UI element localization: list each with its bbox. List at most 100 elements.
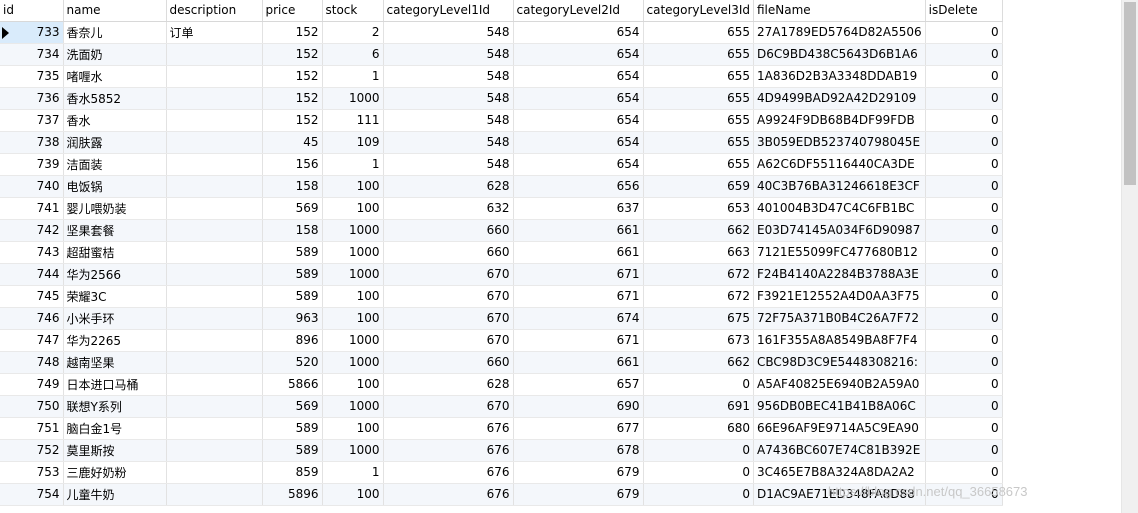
cell-description[interactable] [166,263,263,286]
cell-isdelete[interactable]: 0 [925,439,1003,462]
cell-isdelete[interactable]: 0 [925,417,1003,440]
cell-categorylevel3id[interactable]: 659 [643,175,754,198]
cell-filename[interactable]: 4D9499BAD92A42D29109 [753,87,926,110]
cell-categorylevel3id[interactable]: 0 [643,483,754,506]
cell-description[interactable] [166,417,263,440]
cell-name[interactable]: 超甜蜜桔 [63,241,167,264]
cell-name[interactable]: 荣耀3C [63,285,167,308]
cell-price[interactable]: 859 [262,461,323,484]
cell-isdelete[interactable]: 0 [925,351,1003,374]
cell-categorylevel2id[interactable]: 671 [513,263,644,286]
column-header-name[interactable]: name [63,0,167,22]
column-header-categorylevel1id[interactable]: categoryLevel1Id [383,0,514,22]
cell-filename[interactable]: A5AF40825E6940B2A59A0 [753,373,926,396]
cell-description[interactable] [166,307,263,330]
cell-filename[interactable]: 72F75A371B0B4C26A7F72 [753,307,926,330]
cell-description[interactable] [166,373,263,396]
cell-id[interactable]: 745 [0,285,64,308]
cell-description[interactable] [166,109,263,132]
cell-categorylevel1id[interactable]: 670 [383,307,514,330]
cell-id[interactable]: 754 [0,483,64,506]
cell-id[interactable]: 737 [0,109,64,132]
cell-categorylevel2id[interactable]: 690 [513,395,644,418]
cell-filename[interactable]: 401004B3D47C4C6FB1BC [753,197,926,220]
table-row[interactable]: 737 香水 152 111 548 654 655 A9924F9DB68B4DF99FDB… [0,109,1003,132]
column-header-filename[interactable]: fileName [753,0,926,22]
cell-price[interactable]: 152 [262,43,323,66]
cell-categorylevel2id[interactable]: 656 [513,175,644,198]
cell-description[interactable] [166,43,263,66]
cell-categorylevel1id[interactable]: 660 [383,219,514,242]
cell-price[interactable]: 589 [262,417,323,440]
cell-stock[interactable]: 1 [322,153,384,176]
cell-categorylevel3id[interactable]: 655 [643,153,754,176]
cell-price[interactable]: 520 [262,351,323,374]
table-row[interactable]: 738 润肤露 45 109 548 654 655 3B059EDB523740798045… [0,131,1003,154]
cell-description[interactable] [166,329,263,352]
cell-stock[interactable]: 1000 [322,439,384,462]
cell-filename[interactable]: A62C6DF55116440CA3DE [753,153,926,176]
column-header-categorylevel3id[interactable]: categoryLevel3Id [643,0,754,22]
table-row[interactable]: 752 莫里斯按 589 1000 676 678 0 A7436BC607E74C81B39… [0,439,1003,462]
cell-name[interactable]: 脑白金1号 [63,417,167,440]
cell-categorylevel1id[interactable]: 670 [383,285,514,308]
cell-price[interactable]: 589 [262,285,323,308]
cell-name[interactable]: 小米手环 [63,307,167,330]
cell-categorylevel3id[interactable]: 672 [643,263,754,286]
cell-categorylevel1id[interactable]: 670 [383,263,514,286]
cell-description[interactable] [166,219,263,242]
cell-id[interactable]: 736 [0,87,64,110]
table-row[interactable]: 742 坚果套餐 158 1000 660 661 662 E03D74145A034F6D9… [0,219,1003,242]
cell-categorylevel1id[interactable]: 660 [383,351,514,374]
cell-name[interactable]: 坚果套餐 [63,219,167,242]
column-header-stock[interactable]: stock [322,0,384,22]
column-header-categorylevel2id[interactable]: categoryLevel2Id [513,0,644,22]
cell-categorylevel1id[interactable]: 676 [383,461,514,484]
cell-name[interactable]: 联想Y系列 [63,395,167,418]
cell-isdelete[interactable]: 0 [925,263,1003,286]
cell-id[interactable]: 735 [0,65,64,88]
cell-categorylevel1id[interactable]: 670 [383,395,514,418]
cell-stock[interactable]: 100 [322,175,384,198]
cell-name[interactable]: 越南坚果 [63,351,167,374]
cell-stock[interactable]: 100 [322,483,384,506]
cell-name[interactable]: 莫里斯按 [63,439,167,462]
cell-categorylevel1id[interactable]: 548 [383,153,514,176]
cell-description[interactable] [166,153,263,176]
cell-stock[interactable]: 1000 [322,219,384,242]
cell-categorylevel3id[interactable]: 0 [643,373,754,396]
cell-categorylevel2id[interactable]: 671 [513,285,644,308]
cell-id[interactable]: 743 [0,241,64,264]
cell-categorylevel1id[interactable]: 548 [383,43,514,66]
table-row[interactable]: 745 荣耀3C 589 100 670 671 672 F3921E12552A4D0AA3… [0,285,1003,308]
cell-price[interactable]: 152 [262,21,323,44]
cell-categorylevel2id[interactable]: 661 [513,241,644,264]
cell-filename[interactable]: 3B059EDB523740798045E [753,131,926,154]
cell-categorylevel1id[interactable]: 676 [383,417,514,440]
table-row[interactable]: 751 脑白金1号 589 100 676 677 680 66E96AF9E9714A5C9… [0,417,1003,440]
cell-id[interactable]: 734 [0,43,64,66]
cell-stock[interactable]: 100 [322,417,384,440]
cell-price[interactable]: 158 [262,175,323,198]
table-row[interactable]: 747 华为2265 896 1000 670 671 673 161F355A8A8549B… [0,329,1003,352]
cell-id[interactable]: 738 [0,131,64,154]
cell-description[interactable]: 订单 [166,21,263,44]
cell-description[interactable] [166,439,263,462]
cell-description[interactable] [166,461,263,484]
cell-stock[interactable]: 1000 [322,395,384,418]
cell-price[interactable]: 158 [262,219,323,242]
cell-filename[interactable]: 7121E55099FC477680B12 [753,241,926,264]
cell-categorylevel2id[interactable]: 678 [513,439,644,462]
column-header-description[interactable]: description [166,0,263,22]
cell-name[interactable]: 啫喱水 [63,65,167,88]
cell-isdelete[interactable]: 0 [925,87,1003,110]
cell-stock[interactable]: 109 [322,131,384,154]
cell-price[interactable]: 569 [262,395,323,418]
cell-categorylevel2id[interactable]: 679 [513,483,644,506]
cell-categorylevel3id[interactable]: 655 [643,131,754,154]
cell-stock[interactable]: 100 [322,197,384,220]
column-header-isdelete[interactable]: isDelete [925,0,1003,22]
cell-categorylevel2id[interactable]: 637 [513,197,644,220]
cell-price[interactable]: 963 [262,307,323,330]
cell-name[interactable]: 洗面奶 [63,43,167,66]
